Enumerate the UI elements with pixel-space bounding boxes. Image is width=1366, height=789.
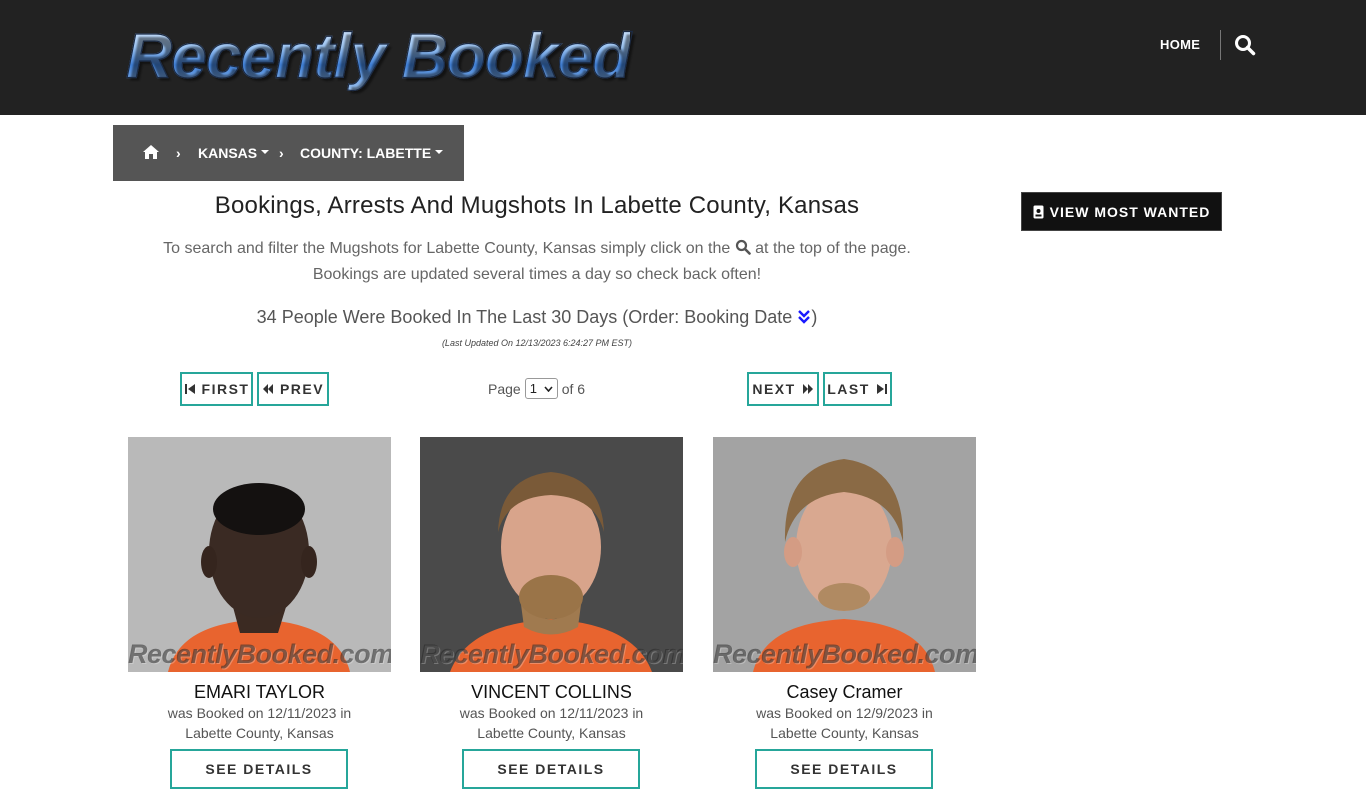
- prev-page-button[interactable]: PREV: [257, 372, 329, 406]
- chevron-down-icon: [544, 385, 553, 392]
- mugshot-photo[interactable]: RecentlyBooked.com: [713, 437, 976, 672]
- search-icon: [735, 239, 751, 255]
- search-icon[interactable]: [1234, 34, 1256, 56]
- sort-order-icon[interactable]: [797, 309, 811, 325]
- chevron-right-icon: ›: [279, 145, 284, 161]
- chevron-right-icon: ›: [176, 145, 181, 161]
- page-select-value: 1: [529, 381, 537, 396]
- step-forward-icon: [876, 384, 887, 394]
- booking-info: was Booked on 12/9/2023 in Labette Count…: [756, 705, 933, 741]
- breadcrumb-county-dropdown[interactable]: COUNTY: LABETTE: [300, 144, 444, 162]
- next-page-button[interactable]: NEXT: [747, 372, 819, 406]
- breadcrumb-state-label: KANSAS: [198, 145, 258, 161]
- booking-card[interactable]: RecentlyBooked.com VINCENT COLLINS was B…: [420, 437, 683, 789]
- intro-line1-post: at the top of the page.: [755, 240, 911, 257]
- booking-card[interactable]: RecentlyBooked.com Casey Cramer was Book…: [713, 437, 976, 789]
- booking-count-text: 34 People Were Booked In The Last 30 Day…: [256, 307, 793, 327]
- backward-icon: [262, 384, 273, 394]
- step-backward-icon: [184, 384, 195, 394]
- person-name[interactable]: EMARI TAYLOR: [128, 682, 391, 702]
- person-name[interactable]: VINCENT COLLINS: [420, 682, 683, 702]
- nav-home-link[interactable]: HOME: [1160, 35, 1200, 55]
- view-most-wanted-label: VIEW MOST WANTED: [1049, 203, 1211, 220]
- booking-count: 34 People Were Booked In The Last 30 Day…: [128, 304, 946, 330]
- site-header: Recently Booked HOME: [0, 0, 1366, 115]
- mugshot-photo[interactable]: RecentlyBooked.com: [420, 437, 683, 672]
- first-page-label: FIRST: [201, 381, 250, 397]
- booking-info: was Booked on 12/11/2023 in Labette Coun…: [459, 705, 644, 741]
- last-page-button[interactable]: LAST: [823, 372, 892, 406]
- booking-card[interactable]: RecentlyBooked.com EMARI TAYLOR was Book…: [128, 437, 391, 789]
- breadcrumb: › KANSAS › COUNTY: LABETTE: [113, 125, 464, 181]
- page-indicator: Page 1 of 6: [488, 378, 585, 399]
- breadcrumb-state-dropdown[interactable]: KANSAS: [198, 144, 270, 162]
- booking-count-close: ): [811, 307, 818, 327]
- prev-page-label: PREV: [279, 381, 325, 397]
- booking-info: was Booked on 12/11/2023 in Labette Coun…: [167, 705, 352, 741]
- person-name[interactable]: Casey Cramer: [713, 682, 976, 702]
- intro-line1-pre: To search and filter the Mugshots for La…: [163, 240, 731, 257]
- see-details-button[interactable]: SEE DETAILS: [462, 749, 640, 789]
- see-details-button[interactable]: SEE DETAILS: [170, 749, 348, 789]
- watermark: RecentlyBooked.com: [713, 639, 976, 669]
- id-badge-icon: [1033, 205, 1044, 218]
- page-title: Bookings, Arrests And Mugshots In Labett…: [214, 192, 860, 219]
- breadcrumb-county-label: COUNTY: LABETTE: [300, 145, 432, 161]
- next-page-label: NEXT: [752, 381, 796, 397]
- last-updated: (Last Updated On 12/13/2023 6:24:27 PM E…: [441, 338, 633, 348]
- last-page-label: LAST: [827, 381, 870, 397]
- page-label: Page: [488, 380, 521, 397]
- view-most-wanted-button[interactable]: VIEW MOST WANTED: [1021, 192, 1222, 231]
- first-page-button[interactable]: FIRST: [180, 372, 253, 406]
- watermark: RecentlyBooked.com: [420, 639, 683, 669]
- caret-down-icon: [435, 150, 444, 155]
- intro-text: To search and filter the Mugshots for La…: [128, 236, 946, 288]
- forward-icon: [802, 384, 813, 394]
- caret-down-icon: [261, 150, 270, 155]
- nav-divider: [1220, 30, 1221, 60]
- site-logo[interactable]: Recently Booked: [125, 19, 631, 93]
- intro-line2: Bookings are updated several times a day…: [312, 266, 762, 283]
- watermark: RecentlyBooked.com: [128, 639, 391, 669]
- page-select[interactable]: 1: [524, 378, 558, 399]
- mugshot-photo[interactable]: RecentlyBooked.com: [128, 437, 391, 672]
- see-details-button[interactable]: SEE DETAILS: [755, 749, 933, 789]
- page-total-label: of 6: [561, 380, 586, 397]
- home-icon[interactable]: [142, 144, 160, 160]
